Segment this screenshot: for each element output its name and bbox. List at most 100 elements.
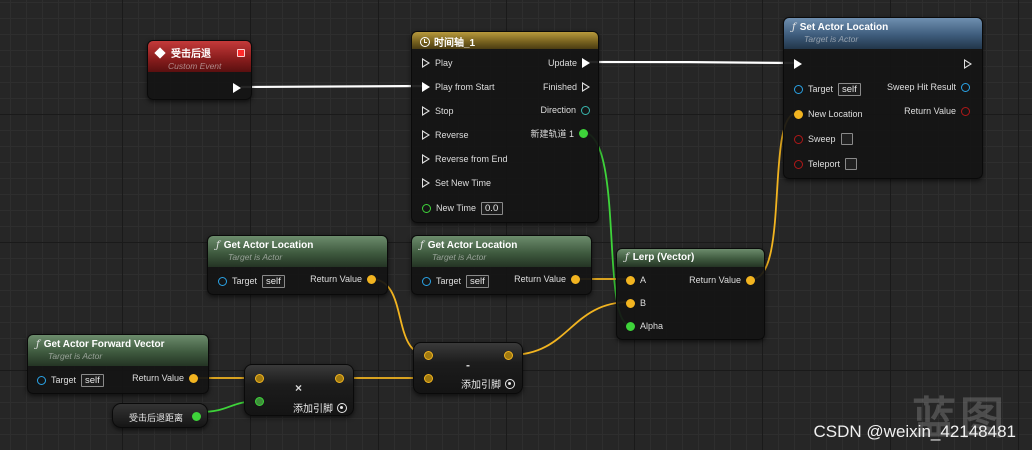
teleport-checkbox[interactable]	[845, 158, 858, 170]
add-pin-icon[interactable]	[505, 378, 515, 389]
exec-in-pin-icon[interactable]	[794, 59, 802, 69]
timeline-input-new-time[interactable]: New Time 0.0	[422, 200, 504, 216]
timeline-input-reverse-from-end[interactable]: Reverse from End	[422, 151, 508, 167]
vector-in-pin-icon[interactable]	[626, 298, 635, 308]
custom-event-node[interactable]: 受击后退 Custom Event	[147, 40, 252, 100]
set-actor-location-exec-out[interactable]	[964, 56, 972, 72]
pin-label: New Location	[808, 109, 863, 119]
multiply-node[interactable]: × 添加引脚	[244, 364, 354, 416]
get-actor-location-node-2[interactable]: ƒ Get Actor Location Target is Actor Tar…	[411, 235, 592, 295]
exec-in-pin-icon[interactable]	[422, 154, 430, 164]
set-actor-location-title-text: Set Actor Location	[799, 22, 889, 33]
timeline-input-play-from-start[interactable]: Play from Start	[422, 79, 495, 95]
exec-in-pin-icon[interactable]	[422, 58, 430, 68]
function-icon: ƒ	[36, 339, 40, 350]
float-in-pin-icon[interactable]	[626, 321, 635, 331]
lerp-title-text: Lerp (Vector)	[632, 252, 695, 263]
float-in-pin-icon[interactable]	[255, 397, 264, 406]
subtract-node[interactable]: - 添加引脚	[413, 342, 523, 394]
object-in-pin-icon[interactable]	[794, 84, 803, 94]
lerp-input-b[interactable]: B	[626, 295, 646, 311]
pin-label: Target	[51, 375, 77, 385]
vector-out-pin-icon[interactable]	[335, 374, 344, 383]
lerp-output-return[interactable]: Return Value	[689, 272, 755, 288]
pin-label: Target	[808, 84, 834, 94]
lerp-vector-node[interactable]: ƒ Lerp (Vector) A B Alpha Return Value	[616, 248, 765, 340]
function-icon: ƒ	[420, 240, 424, 251]
exec-out-pin-icon[interactable]	[582, 82, 590, 92]
get-actor-location-node-1[interactable]: ƒ Get Actor Location Target is Actor Tar…	[207, 235, 388, 295]
get-actor-location-1-output-return[interactable]: Return Value	[310, 271, 376, 287]
timeline-output-finished[interactable]: Finished	[543, 79, 590, 95]
blueprint-graph-canvas[interactable]: 受击后退 Custom Event 时间轴_1 Play Play from S…	[0, 0, 1032, 450]
exec-out-pin-icon[interactable]	[582, 58, 590, 68]
timeline-node[interactable]: 时间轴_1 Play Play from Start Stop Reverse …	[411, 31, 599, 223]
timeline-title: 时间轴_1	[420, 34, 590, 49]
set-actor-location-input-new-location[interactable]: New Location	[794, 106, 863, 122]
get-actor-location-2-input-target[interactable]: Target self	[422, 273, 489, 289]
custom-event-exec-out[interactable]	[233, 80, 241, 96]
set-actor-location-input-teleport[interactable]: Teleport	[794, 156, 858, 172]
set-actor-location-input-sweep[interactable]: Sweep	[794, 131, 853, 147]
event-delegate-pin-icon[interactable]	[237, 49, 245, 57]
get-forward-vector-input-target[interactable]: Target self	[37, 372, 104, 388]
timeline-output-update[interactable]: Update	[548, 55, 590, 71]
new-time-value-field[interactable]: 0.0	[481, 201, 504, 215]
target-value-field[interactable]: self	[262, 274, 285, 288]
bool-in-pin-icon[interactable]	[794, 159, 803, 169]
sweep-checkbox[interactable]	[840, 133, 853, 145]
get-actor-location-1-input-target[interactable]: Target self	[218, 273, 285, 289]
get-actor-forward-vector-node[interactable]: ƒ Get Actor Forward Vector Target is Act…	[27, 334, 209, 394]
get-forward-vector-output-return[interactable]: Return Value	[132, 370, 198, 386]
bool-in-pin-icon[interactable]	[794, 134, 803, 144]
timeline-output-direction[interactable]: Direction	[540, 102, 590, 118]
vector-out-pin-icon[interactable]	[504, 351, 513, 360]
target-value-field[interactable]: self	[81, 373, 104, 387]
vector-in-pin-icon[interactable]	[794, 109, 803, 119]
vector-in-pin-icon[interactable]	[424, 374, 433, 383]
timeline-input-set-new-time[interactable]: Set New Time	[422, 175, 491, 191]
variable-getter-node[interactable]: 受击后退距离	[112, 403, 208, 428]
set-actor-location-node[interactable]: ƒ Set Actor Location Target is Actor Tar…	[783, 17, 983, 179]
vector-out-pin-icon[interactable]	[367, 274, 376, 284]
object-in-pin-icon[interactable]	[218, 276, 227, 286]
target-value-field[interactable]: self	[838, 82, 861, 96]
vector-out-pin-icon[interactable]	[571, 274, 580, 284]
pin-label: Return Value	[689, 275, 741, 285]
exec-in-pin-icon[interactable]	[422, 178, 430, 188]
lerp-input-a[interactable]: A	[626, 272, 646, 288]
timeline-input-reverse[interactable]: Reverse	[422, 127, 469, 143]
subtract-add-pin-button[interactable]: 添加引脚	[461, 376, 515, 391]
set-actor-location-output-return[interactable]: Return Value	[904, 103, 970, 119]
timeline-input-stop[interactable]: Stop	[422, 103, 454, 119]
exec-in-pin-icon[interactable]	[422, 130, 430, 140]
float-in-pin-icon[interactable]	[422, 203, 431, 213]
vector-in-pin-icon[interactable]	[424, 351, 433, 360]
enum-out-pin-icon[interactable]	[581, 105, 590, 115]
set-actor-location-exec-in[interactable]	[794, 56, 802, 72]
exec-in-pin-icon[interactable]	[422, 106, 430, 116]
pin-label: Teleport	[808, 159, 841, 169]
exec-out-pin-icon[interactable]	[233, 83, 241, 93]
timeline-input-play[interactable]: Play	[422, 55, 453, 71]
exec-in-pin-icon[interactable]	[422, 82, 430, 92]
set-actor-location-output-sweep-hit[interactable]: Sweep Hit Result	[887, 79, 970, 95]
vector-out-pin-icon[interactable]	[746, 275, 755, 285]
multiply-add-pin-button[interactable]: 添加引脚	[293, 400, 347, 415]
bool-out-pin-icon[interactable]	[961, 106, 970, 116]
set-actor-location-input-target[interactable]: Target self	[794, 81, 861, 97]
lerp-input-alpha[interactable]: Alpha	[626, 318, 663, 334]
struct-out-pin-icon[interactable]	[961, 82, 970, 92]
timeline-output-track[interactable]: 新建轨道 1	[530, 125, 588, 141]
vector-in-pin-icon[interactable]	[626, 275, 635, 285]
float-out-pin-icon[interactable]	[192, 412, 201, 421]
add-pin-icon[interactable]	[337, 402, 347, 413]
float-out-pin-icon[interactable]	[579, 128, 588, 138]
get-actor-location-2-output-return[interactable]: Return Value	[514, 271, 580, 287]
object-in-pin-icon[interactable]	[422, 276, 431, 286]
exec-out-pin-icon[interactable]	[964, 59, 972, 69]
vector-out-pin-icon[interactable]	[189, 373, 198, 383]
target-value-field[interactable]: self	[466, 274, 489, 288]
vector-in-pin-icon[interactable]	[255, 374, 264, 383]
object-in-pin-icon[interactable]	[37, 375, 46, 385]
